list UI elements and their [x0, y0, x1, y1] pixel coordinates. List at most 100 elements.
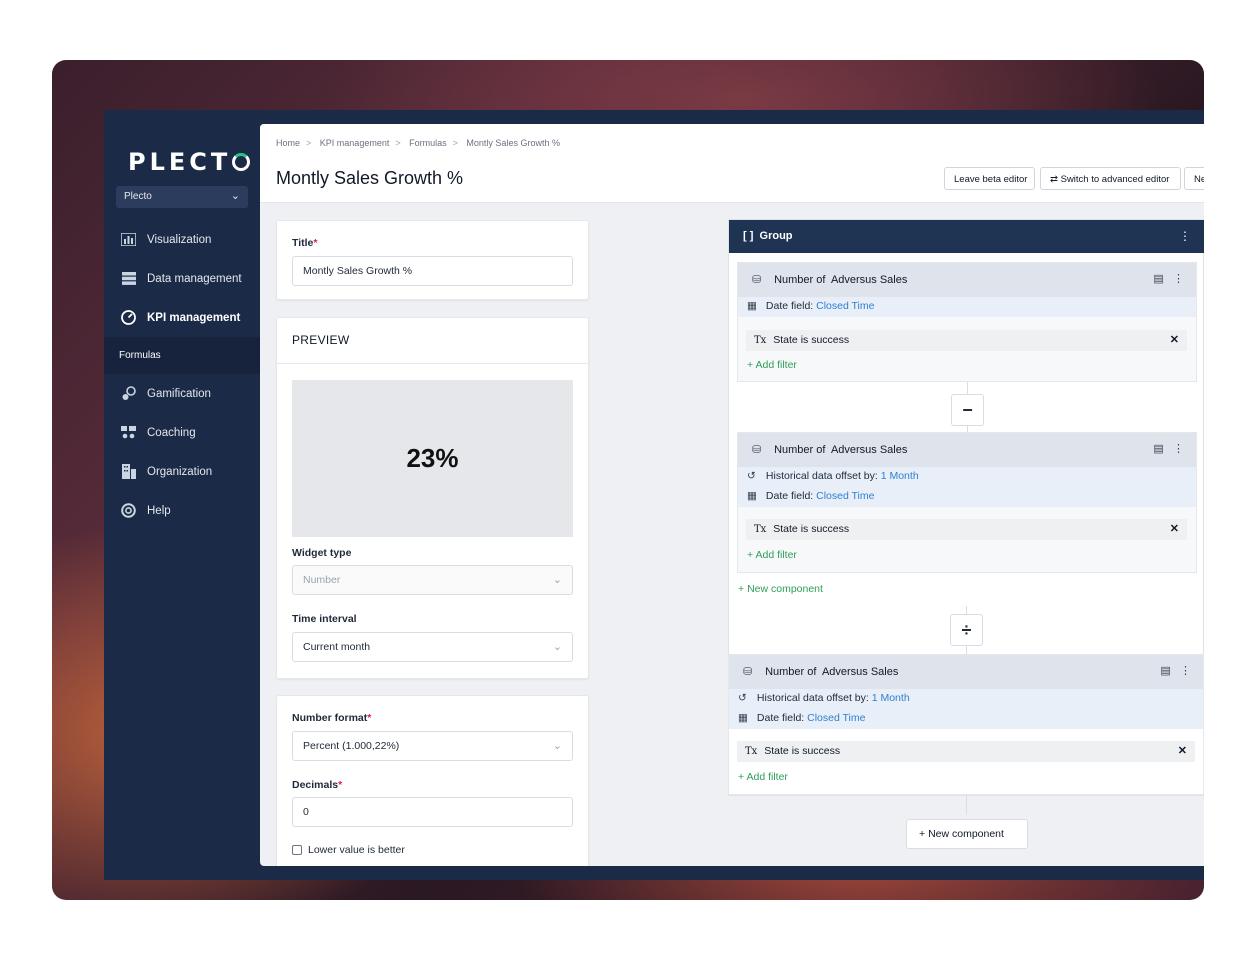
sidebar-item-gamification[interactable]: Gamification	[104, 374, 260, 413]
offset-value[interactable]: 1 Month	[881, 470, 919, 482]
component-prefix: Number of	[774, 444, 826, 456]
date-field-label: Date field:	[765, 490, 814, 502]
sidebar-item-kpi-management[interactable]: KPI management	[104, 298, 260, 337]
sidebar-item-help[interactable]: Help	[104, 491, 260, 530]
date-field-value[interactable]: Closed Time	[816, 300, 874, 312]
date-field-value[interactable]: Closed Time	[816, 490, 874, 502]
next-button[interactable]: Ne	[1184, 167, 1204, 190]
add-filter-button[interactable]: + Add filter	[747, 549, 797, 561]
required-mark: *	[313, 237, 318, 249]
filter-chip[interactable]: Tx State is success ✕	[746, 519, 1187, 540]
filter-field: State	[773, 523, 798, 535]
sidebar-item-organization[interactable]: Organization	[104, 452, 260, 491]
breadcrumb-formulas[interactable]: Formulas	[409, 138, 447, 148]
time-interval-select[interactable]: Current month ⌄	[292, 632, 573, 662]
connector-line	[966, 795, 967, 815]
database-icon	[120, 270, 137, 287]
divide-operator-button[interactable]: ÷	[950, 614, 983, 646]
calendar-icon: ▦	[738, 712, 748, 724]
history-icon: ↺	[738, 692, 747, 704]
required-mark: *	[367, 712, 372, 724]
title-input[interactable]: Montly Sales Growth %	[292, 256, 573, 286]
preview-card: PREVIEW 23% Widget type Number ⌄ Time in…	[276, 317, 590, 679]
preview-widget: 23%	[292, 380, 573, 537]
organization-select[interactable]: Plecto ⌄	[116, 186, 248, 208]
new-component-label: New component	[747, 583, 823, 595]
filter-operator: is	[800, 334, 809, 346]
remove-filter-icon[interactable]: ✕	[1170, 333, 1179, 346]
filter-icon: Tx	[754, 524, 767, 535]
date-field-value[interactable]: Closed Time	[807, 712, 865, 724]
plus-icon: +	[738, 771, 745, 783]
filter-chip[interactable]: Tx State is success ✕	[737, 741, 1195, 762]
plus-icon: +	[747, 549, 754, 561]
switch-advanced-editor-label: Switch to advanced editor	[1060, 174, 1170, 185]
filter-field: State	[773, 334, 798, 346]
connector-line	[967, 382, 968, 394]
switch-icon: ⇄	[1050, 174, 1061, 185]
building-icon	[120, 463, 137, 480]
decimals-input[interactable]: 0	[292, 797, 573, 827]
remove-filter-icon[interactable]: ✕	[1178, 744, 1187, 757]
add-filter-label: Add filter	[755, 359, 797, 371]
number-format-card: Number format* Percent (1.000,22%) ⌄ Dec…	[276, 695, 589, 866]
breadcrumb-separator: >	[306, 138, 312, 148]
sidebar-subitem-formulas[interactable]: Formulas	[104, 337, 260, 374]
filter-icon: Tx	[745, 746, 758, 757]
preview-value: 23%	[406, 443, 459, 473]
table-icon[interactable]: ▤	[1153, 443, 1163, 455]
sidebar-item-label: Organization	[147, 465, 213, 478]
offset-value[interactable]: 1 Month	[872, 692, 910, 704]
connector-line	[966, 606, 967, 614]
lower-value-better-label: Lower value is better	[308, 844, 405, 856]
filter-value: success	[811, 523, 850, 535]
lower-value-better-checkbox[interactable]	[292, 845, 302, 855]
title-label: Title*	[292, 237, 318, 249]
plus-icon: +	[747, 359, 754, 371]
add-filter-label: Add filter	[755, 549, 797, 561]
history-icon: ↺	[747, 470, 756, 482]
group-bracket-icon: [ ]	[743, 230, 754, 242]
kebab-menu-icon[interactable]: ⋮	[1173, 273, 1184, 285]
new-component-label: New component	[928, 828, 1004, 840]
plecto-logo[interactable]: PLECT	[128, 148, 251, 176]
subtract-operator-button[interactable]: −	[951, 394, 984, 426]
breadcrumb-current: Montly Sales Growth %	[466, 138, 560, 148]
sidebar-item-label: Visualization	[147, 233, 212, 246]
new-component-link[interactable]: + New component	[738, 583, 823, 595]
filter-chip[interactable]: Tx State is success ✕	[746, 330, 1187, 351]
component-source[interactable]: Adversus Sales	[831, 274, 907, 286]
chevron-down-icon: ⌄	[552, 641, 562, 653]
filter-value: success	[811, 334, 850, 346]
chevron-down-icon: ⌄	[552, 574, 562, 586]
number-format-select[interactable]: Percent (1.000,22%) ⌄	[292, 731, 573, 761]
page-header: Home > KPI management > Formulas > Montly S…	[260, 124, 1204, 203]
component-card: ⛁ Number of Adversus Sales ▤ ⋮ ▦ Date fi…	[737, 262, 1197, 382]
component-prefix: Number of	[765, 666, 817, 678]
table-icon[interactable]: ▤	[1153, 273, 1163, 285]
breadcrumb-home[interactable]: Home	[276, 138, 300, 148]
kebab-menu-icon[interactable]: ⋮	[1173, 443, 1184, 455]
calendar-icon: ▦	[747, 300, 757, 312]
table-icon[interactable]: ▤	[1160, 665, 1170, 677]
database-icon: ⛁	[752, 444, 762, 456]
kebab-menu-icon[interactable]: ⋮	[1179, 229, 1191, 243]
component-source[interactable]: Adversus Sales	[822, 666, 898, 678]
organization-select-value: Plecto	[124, 191, 152, 202]
leave-beta-editor-button[interactable]: Leave beta editor	[944, 167, 1035, 190]
sidebar-item-coaching[interactable]: Coaching	[104, 413, 260, 452]
switch-advanced-editor-button[interactable]: ⇄ Switch to advanced editor	[1040, 167, 1181, 190]
breadcrumb: Home > KPI management > Formulas > Montly S…	[276, 138, 560, 148]
add-filter-button[interactable]: + Add filter	[738, 771, 788, 783]
breadcrumb-kpi-management[interactable]: KPI management	[320, 138, 390, 148]
remove-filter-icon[interactable]: ✕	[1170, 522, 1179, 535]
logo-o-icon	[232, 153, 251, 171]
kebab-menu-icon[interactable]: ⋮	[1180, 665, 1191, 677]
sidebar-item-data-management[interactable]: Data management	[104, 259, 260, 298]
new-component-button[interactable]: + New component	[906, 819, 1028, 849]
add-filter-button[interactable]: + Add filter	[747, 359, 797, 371]
required-mark: *	[338, 779, 343, 791]
sidebar-item-visualization[interactable]: Visualization	[104, 220, 260, 259]
widget-type-value: Number	[303, 574, 341, 586]
component-source[interactable]: Adversus Sales	[831, 444, 907, 456]
